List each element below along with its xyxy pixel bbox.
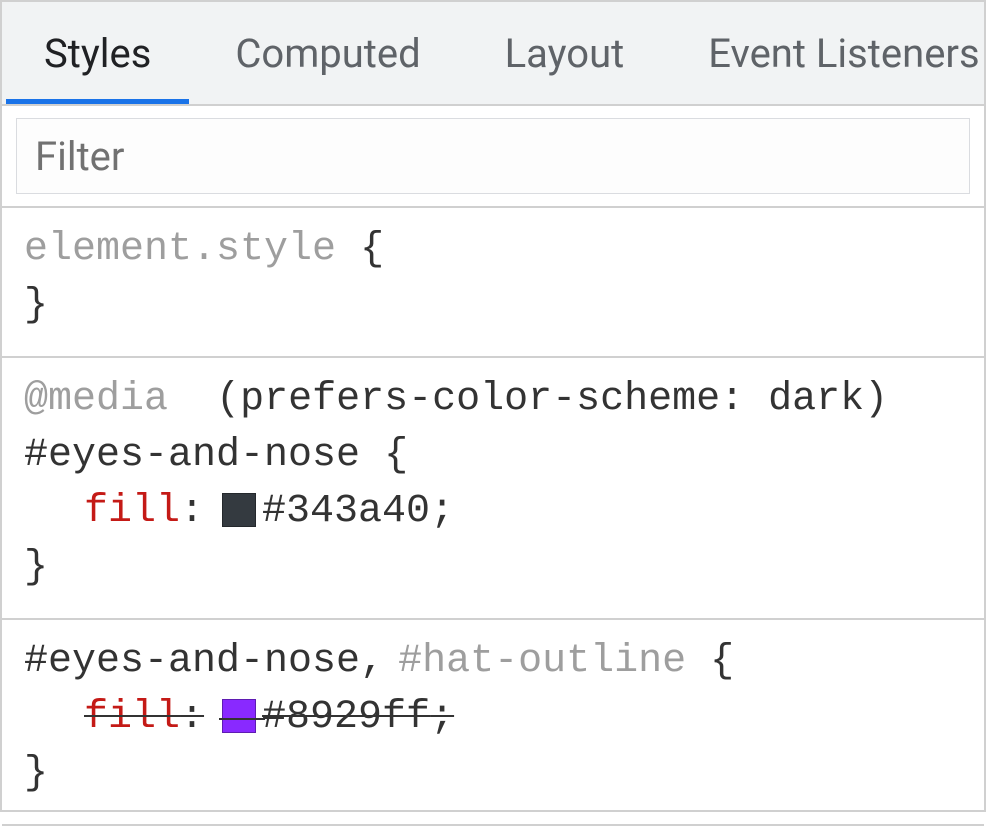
at-rule-keyword: @media xyxy=(24,377,168,422)
css-value[interactable]: #8929ff xyxy=(262,690,430,746)
css-declaration-overridden[interactable]: fill: #8929ff; xyxy=(24,690,962,746)
tab-event-listeners[interactable]: Event Listeners xyxy=(666,2,984,104)
selector-comma: , xyxy=(360,634,384,690)
css-property[interactable]: fill xyxy=(84,690,180,746)
media-condition xyxy=(192,377,216,422)
styles-rules-list: element.style { } @media (prefers-color-… xyxy=(2,208,984,826)
media-condition-text: (prefers-color-scheme: dark) xyxy=(216,377,888,422)
selector-part: #eyes-and-nose xyxy=(24,634,360,690)
filter-bar xyxy=(2,106,984,208)
open-brace: { xyxy=(360,428,408,484)
colon: : xyxy=(180,484,204,540)
css-value[interactable]: #343a40 xyxy=(262,484,430,540)
selector-part: element.style xyxy=(24,222,336,278)
selector-part: #hat-outline xyxy=(398,634,686,690)
css-property[interactable]: fill xyxy=(84,484,180,540)
selector-part: #eyes-and-nose xyxy=(24,428,360,484)
open-brace: { xyxy=(336,222,384,278)
css-media-rule: @media (prefers-color-scheme: dark) xyxy=(24,372,962,428)
filter-input[interactable] xyxy=(16,118,970,194)
semicolon: ; xyxy=(430,484,454,540)
close-brace: } xyxy=(24,545,48,590)
css-rule[interactable]: @media (prefers-color-scheme: dark) #eye… xyxy=(2,358,984,620)
css-rule[interactable]: element.style { } xyxy=(2,208,984,358)
close-brace: } xyxy=(24,751,48,796)
colon: : xyxy=(180,690,204,746)
close-brace: } xyxy=(24,283,48,328)
tab-layout[interactable]: Layout xyxy=(463,2,667,104)
tab-computed[interactable]: Computed xyxy=(193,2,462,104)
color-swatch-icon[interactable] xyxy=(222,699,256,733)
tab-styles[interactable]: Styles xyxy=(2,2,193,104)
color-swatch-icon[interactable] xyxy=(222,493,256,527)
tabs-bar: Styles Computed Layout Event Listeners xyxy=(2,2,984,106)
css-selector[interactable]: element.style { xyxy=(24,222,962,278)
css-selector[interactable]: #eyes-and-nose, #hat-outline { xyxy=(24,634,962,690)
semicolon: ; xyxy=(430,690,454,746)
css-selector[interactable]: #eyes-and-nose { xyxy=(24,428,962,484)
css-rule[interactable]: #eyes-and-nose, #hat-outline { fill: #89… xyxy=(2,620,984,826)
css-declaration[interactable]: fill: #343a40; xyxy=(24,484,962,540)
open-brace: { xyxy=(686,634,734,690)
